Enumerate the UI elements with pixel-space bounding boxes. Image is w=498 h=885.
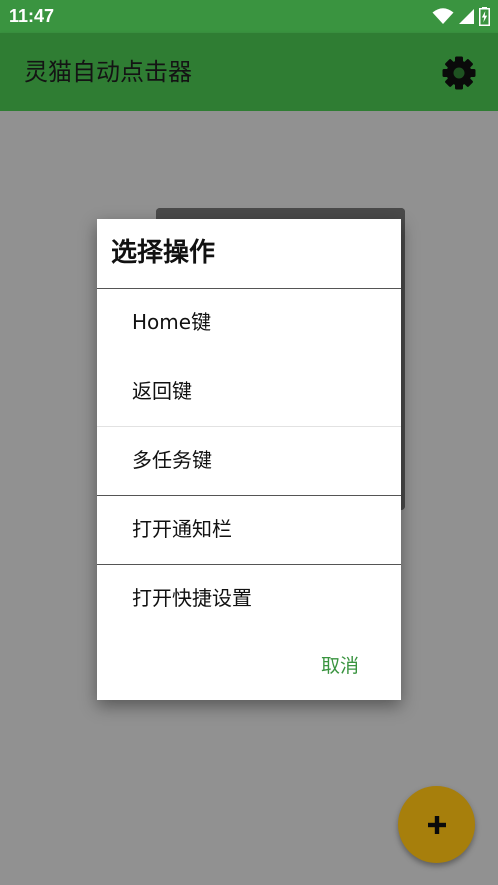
list-divider xyxy=(97,564,401,565)
select-action-dialog: 选择操作 Home键 返回键 多任务键 打开通知栏 打开快捷设置 取消 xyxy=(97,219,401,700)
dialog-title: 选择操作 xyxy=(111,238,216,268)
status-time: 11:47 xyxy=(9,6,55,26)
list-item-open-notifications[interactable]: 打开通知栏 xyxy=(97,495,401,564)
battery-charging-icon xyxy=(479,6,490,26)
list-item-recents-key[interactable]: 多任务键 xyxy=(97,426,401,495)
plus-icon xyxy=(427,815,446,834)
wifi-icon xyxy=(432,8,454,24)
app-title: 灵猫自动点击器 xyxy=(24,58,192,86)
status-bar: 11:47 xyxy=(0,0,498,33)
add-button[interactable] xyxy=(398,786,475,863)
list-item-label: Home键 xyxy=(132,310,212,334)
list-item-back-key[interactable]: 返回键 xyxy=(97,357,401,426)
action-list: Home键 返回键 多任务键 打开通知栏 打开快捷设置 xyxy=(97,288,401,633)
app-bar: 灵猫自动点击器 xyxy=(0,33,498,111)
list-item-home-key[interactable]: Home键 xyxy=(97,288,401,357)
list-item-label: 打开通知栏 xyxy=(132,517,232,541)
list-divider xyxy=(97,426,401,427)
cancel-button[interactable]: 取消 xyxy=(305,647,375,685)
list-item-label: 返回键 xyxy=(132,379,192,403)
settings-button[interactable] xyxy=(438,52,480,94)
list-item-label: 多任务键 xyxy=(132,448,212,472)
list-item-open-quick-settings[interactable]: 打开快捷设置 xyxy=(97,564,401,633)
cellular-signal-icon xyxy=(459,8,474,24)
gear-icon xyxy=(442,56,476,90)
list-item-label: 打开快捷设置 xyxy=(132,586,252,610)
status-icons xyxy=(432,6,490,26)
list-divider xyxy=(97,495,401,496)
